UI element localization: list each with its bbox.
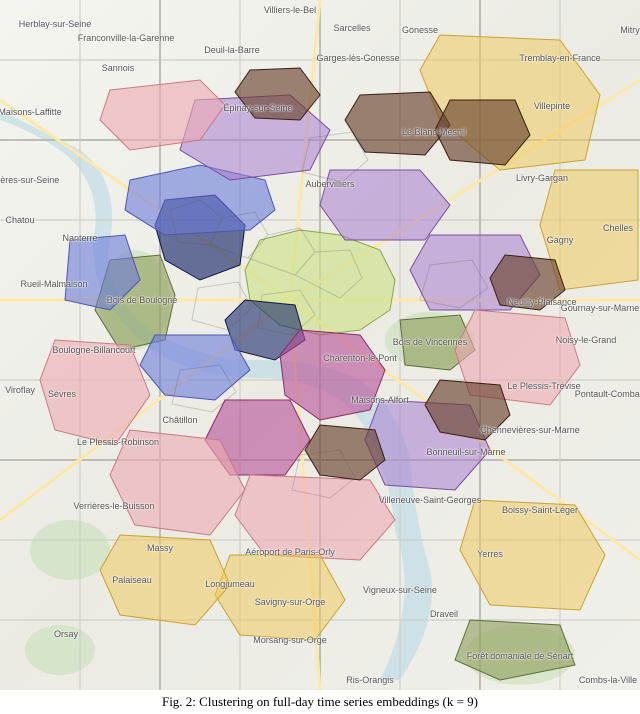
figure-caption: Fig. 2: Clustering on full-day time seri… (0, 690, 640, 714)
cluster-overlay (0, 0, 640, 690)
cluster-map[interactable]: Villiers-le-BelSarcellesGonesseMitryHerb… (0, 0, 640, 690)
caption-text: Fig. 2: Clustering on full-day time seri… (162, 694, 478, 710)
